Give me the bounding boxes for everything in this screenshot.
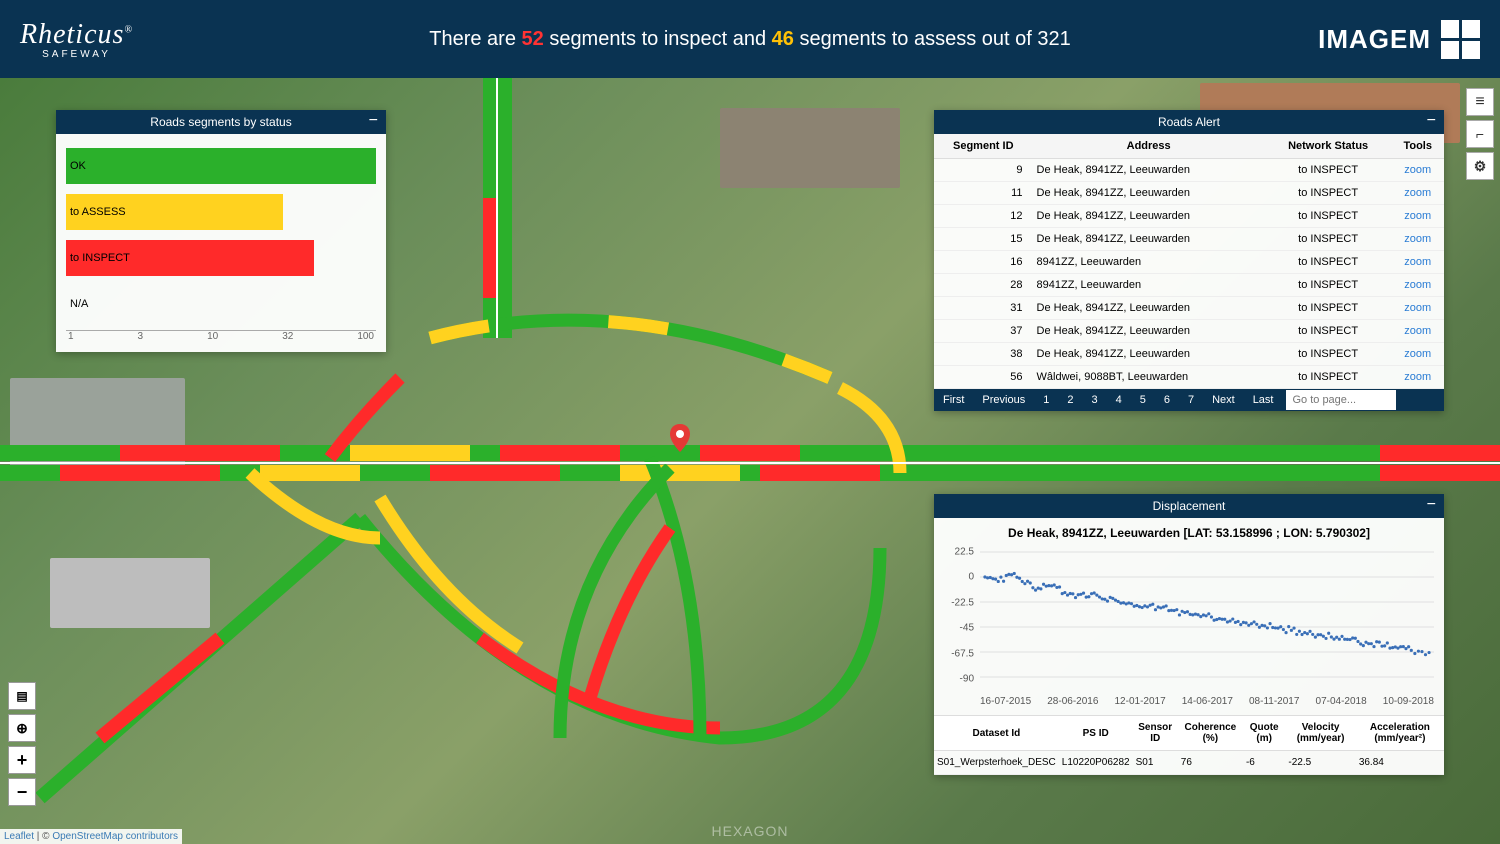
status-panel-title: Roads segments by status	[150, 115, 291, 129]
pager-first[interactable]: First	[934, 389, 973, 411]
zoom-link[interactable]: zoom	[1404, 256, 1431, 268]
osm-link[interactable]: OpenStreetMap contributors	[52, 831, 178, 842]
table-row[interactable]: S01_Werpsterhoek_DESCL10220P06282S0176-6…	[934, 751, 1444, 775]
right-toolbar: ≡ ⌐ ⚙	[1466, 88, 1494, 184]
bar-label-ok: OK	[70, 160, 86, 172]
col-addr[interactable]: Address	[1033, 134, 1265, 159]
zoom-out-button[interactable]: −	[8, 778, 36, 806]
alerts-panel-header[interactable]: Roads Alert −	[934, 110, 1444, 134]
zoom-link[interactable]: zoom	[1404, 210, 1431, 222]
brand-name: Rheticus	[20, 19, 124, 50]
pager-page[interactable]: 3	[1082, 389, 1106, 411]
minimize-icon[interactable]: −	[1427, 112, 1436, 130]
zoom-link[interactable]: zoom	[1404, 302, 1431, 314]
zoom-link[interactable]: zoom	[1404, 348, 1431, 360]
map-marker-icon[interactable]	[670, 424, 690, 452]
table-row[interactable]: 15De Heak, 8941ZZ, Leeuwardento INSPECTz…	[934, 228, 1444, 251]
pager-prev[interactable]: Previous	[973, 389, 1034, 411]
bar-label-inspect: to INSPECT	[70, 252, 130, 264]
displacement-panel: Displacement − De Heak, 8941ZZ, Leeuward…	[934, 494, 1444, 775]
alerts-title: Roads Alert	[1158, 115, 1220, 129]
assess-count: 46	[772, 28, 794, 50]
brand-logo: Rheticus® SAFEWAY	[20, 19, 133, 60]
bar-ok	[66, 148, 376, 184]
pager-next[interactable]: Next	[1203, 389, 1244, 411]
displacement-subtitle: De Heak, 8941ZZ, Leeuwarden [LAT: 53.158…	[934, 518, 1444, 544]
table-row[interactable]: 37De Heak, 8941ZZ, Leeuwardento INSPECTz…	[934, 320, 1444, 343]
locate-icon[interactable]: ⊕	[8, 714, 36, 742]
summary-text: There are 52 segments to inspect and 46 …	[429, 28, 1071, 51]
col-id[interactable]: Segment ID	[934, 134, 1033, 159]
table-row[interactable]: 11De Heak, 8941ZZ, Leeuwardento INSPECTz…	[934, 182, 1444, 205]
table-row[interactable]: 168941ZZ, Leeuwardento INSPECTzoom	[934, 251, 1444, 274]
zoom-link[interactable]: zoom	[1404, 279, 1431, 291]
status-panel-header[interactable]: Roads segments by status −	[56, 110, 386, 134]
table-row[interactable]: 56Wâldwei, 9088BT, Leeuwardento INSPECTz…	[934, 366, 1444, 389]
table-row[interactable]: 38De Heak, 8941ZZ, Leeuwardento INSPECTz…	[934, 343, 1444, 366]
pager: First Previous 1 2 3 4 5 6 7 Next Last	[934, 389, 1444, 411]
pager-last[interactable]: Last	[1244, 389, 1283, 411]
alerts-panel: Roads Alert − Segment ID Address Network…	[934, 110, 1444, 411]
pager-page[interactable]: 1	[1034, 389, 1058, 411]
zoom-link[interactable]: zoom	[1404, 371, 1431, 383]
bar-label-na: N/A	[70, 298, 88, 310]
brand-sub: SAFEWAY	[42, 49, 111, 60]
menu-icon[interactable]: ≡	[1466, 88, 1494, 116]
pager-page[interactable]: 7	[1179, 389, 1203, 411]
minimize-icon[interactable]: −	[369, 112, 378, 130]
watermark: HEXAGON	[711, 823, 788, 839]
settings-icon[interactable]: ⚙	[1466, 152, 1494, 180]
map-canvas[interactable]: HEXAGON Roads segments by status − OK to…	[0, 78, 1500, 844]
table-row[interactable]: 288941ZZ, Leeuwardento INSPECTzoom	[934, 274, 1444, 297]
status-axis: 131032100	[66, 330, 376, 342]
displacement-xaxis: 16-07-201528-06-201612-01-201714-06-2017…	[934, 694, 1444, 715]
pager-page[interactable]: 4	[1107, 389, 1131, 411]
pager-page[interactable]: 2	[1058, 389, 1082, 411]
pager-page[interactable]: 6	[1155, 389, 1179, 411]
pager-page[interactable]: 5	[1131, 389, 1155, 411]
partner-name: IMAGEM	[1318, 24, 1431, 55]
partner-logo: IMAGEM	[1318, 20, 1480, 59]
map-controls: ▤ ⊕ + −	[8, 678, 36, 806]
alerts-table: Segment ID Address Network Status Tools …	[934, 134, 1444, 389]
map-attribution: Leaflet | © OpenStreetMap contributors	[0, 829, 182, 844]
zoom-link[interactable]: zoom	[1404, 164, 1431, 176]
app-header: Rheticus® SAFEWAY There are 52 segments …	[0, 0, 1500, 78]
status-chart: OK to ASSESS to INSPECT N/A 131032100	[56, 134, 386, 352]
layers-icon[interactable]: ▤	[8, 682, 36, 710]
zoom-link[interactable]: zoom	[1404, 187, 1431, 199]
grid-icon	[1441, 20, 1480, 59]
leaflet-link[interactable]: Leaflet	[4, 831, 34, 842]
zoom-link[interactable]: zoom	[1404, 233, 1431, 245]
status-panel: Roads segments by status − OK to ASSESS …	[56, 110, 386, 352]
col-tools[interactable]: Tools	[1391, 134, 1444, 159]
displacement-title: Displacement	[1153, 499, 1226, 513]
displacement-chart: 22.5 0 -22.5 -45 -67.5 -90	[934, 544, 1444, 694]
inspect-count: 52	[522, 28, 544, 50]
table-row[interactable]: 12De Heak, 8941ZZ, Leeuwardento INSPECTz…	[934, 205, 1444, 228]
crop-icon[interactable]: ⌐	[1466, 120, 1494, 148]
minimize-icon[interactable]: −	[1427, 496, 1436, 514]
col-status[interactable]: Network Status	[1265, 134, 1392, 159]
displacement-header[interactable]: Displacement −	[934, 494, 1444, 518]
bar-label-assess: to ASSESS	[70, 206, 126, 218]
table-row[interactable]: 9De Heak, 8941ZZ, Leeuwardento INSPECTzo…	[934, 159, 1444, 182]
goto-page-input[interactable]	[1286, 390, 1396, 410]
displacement-table: Dataset IdPS IDSensor IDCoherence (%)Quo…	[934, 715, 1444, 775]
zoom-in-button[interactable]: +	[8, 746, 36, 774]
zoom-link[interactable]: zoom	[1404, 325, 1431, 337]
table-row[interactable]: 31De Heak, 8941ZZ, Leeuwardento INSPECTz…	[934, 297, 1444, 320]
